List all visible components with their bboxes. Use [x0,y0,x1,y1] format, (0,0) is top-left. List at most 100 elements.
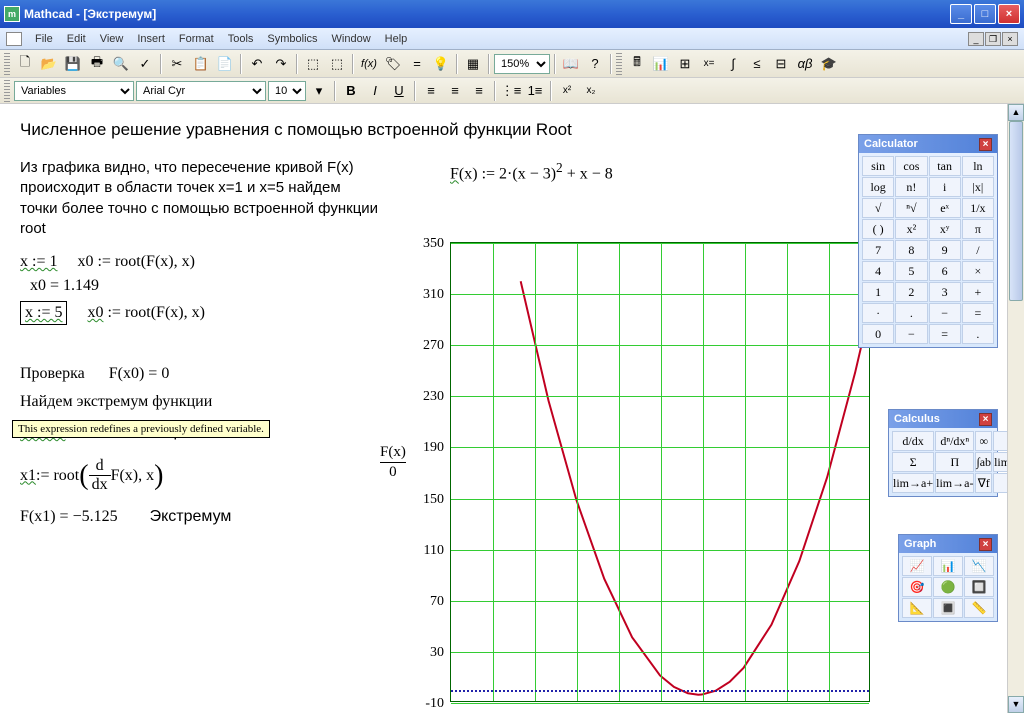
calculator-btn-13[interactable]: x² [895,219,927,239]
calculus-palette[interactable]: Calculus× d/dxdⁿ/dxⁿ∞∫ΣΠ∫ablim→alim→a+li… [888,409,998,497]
book-icon[interactable]: 📖 [560,53,582,75]
graph-btn-2[interactable]: 📉 [964,556,994,576]
subscript-icon[interactable]: x₂ [580,80,602,102]
scroll-thumb[interactable] [1009,121,1023,301]
calculus-btn-4[interactable]: Σ [892,452,934,472]
align-center-icon[interactable]: ≡ [444,80,466,102]
calculator-btn-19[interactable]: / [962,240,994,260]
paragraph[interactable]: Из графика видно, что пересечение кривой… [20,158,380,239]
open-icon[interactable]: 📂 [38,53,60,75]
calculator-btn-17[interactable]: 8 [895,240,927,260]
graph-palette[interactable]: Graph× 📈📊📉🎯🟢🔲📐🔳📏 [898,534,998,622]
size-combo[interactable]: 10 [268,81,306,101]
calculator-btn-0[interactable]: sin [862,156,894,176]
component-icon[interactable]: ▦ [462,53,484,75]
graph-btn-3[interactable]: 🎯 [902,577,932,597]
close-button[interactable]: × [998,4,1020,24]
calculus-close-icon[interactable]: × [979,413,992,426]
minimize-button[interactable]: _ [950,4,972,24]
toolbar-handle[interactable] [4,53,10,75]
menu-help[interactable]: Help [378,31,415,47]
new-icon[interactable]: 🗋 [14,53,36,75]
calculator-btn-21[interactable]: 5 [895,261,927,281]
save-icon[interactable]: 💾 [62,53,84,75]
calculus-btn-1[interactable]: dⁿ/dxⁿ [935,431,974,451]
calculator-btn-2[interactable]: tan [929,156,961,176]
calculus-btn-8[interactable]: lim→a+ [892,473,934,493]
style-combo[interactable]: Variables [14,81,134,101]
calculator-btn-31[interactable]: = [962,303,994,323]
calculus-btn-10[interactable]: ∇f [975,473,992,493]
toolbar-handle3[interactable] [4,80,10,102]
plot-area[interactable] [450,242,870,702]
undo-icon[interactable]: ↶ [246,53,268,75]
calculator-btn-6[interactable]: i [929,177,961,197]
spell-icon[interactable]: ✓ [134,53,156,75]
calculator-btn-22[interactable]: 6 [929,261,961,281]
calculator-btn-16[interactable]: 7 [862,240,894,260]
redo-icon[interactable]: ↷ [270,53,292,75]
workspace[interactable]: Численное решение уравнения с помощью вс… [0,104,1024,713]
mdi-minimize[interactable]: _ [968,32,984,46]
menu-format[interactable]: Format [172,31,221,47]
underline-icon[interactable]: U [388,80,410,102]
menu-file[interactable]: File [28,31,60,47]
graph-btn-4[interactable]: 🟢 [933,577,963,597]
sizedown-icon[interactable]: ▾ [308,80,330,102]
calculus-palette-icon[interactable]: ∫ [722,53,744,75]
calculus-btn-2[interactable]: ∞ [975,431,992,451]
menu-window[interactable]: Window [325,31,378,47]
calculator-btn-3[interactable]: ln [962,156,994,176]
bold-icon[interactable]: B [340,80,362,102]
align2-icon[interactable]: ⬚ [326,53,348,75]
symbolic-palette-icon[interactable]: 🎓 [818,53,840,75]
calculator-palette[interactable]: Calculator× sincostanlnlogn!i|x|√ⁿ√eˣ1/x… [858,134,998,348]
help-icon[interactable]: ? [584,53,606,75]
calculator-btn-5[interactable]: n! [895,177,927,197]
menu-tools[interactable]: Tools [221,31,261,47]
calculator-btn-1[interactable]: cos [895,156,927,176]
align-right-icon[interactable]: ≡ [468,80,490,102]
scroll-up-icon[interactable]: ▲ [1008,104,1024,121]
greek-palette-icon[interactable]: αβ [794,53,816,75]
formula-main[interactable]: F(x) := 2·(x − 3)2 + x − 8 [450,160,613,183]
fx-icon[interactable]: f(x) [358,53,380,75]
calc-icon[interactable]: = [406,53,428,75]
copy-icon[interactable]: 📋 [190,53,212,75]
graph-btn-7[interactable]: 🔳 [933,598,963,618]
italic-icon[interactable]: I [364,80,386,102]
calculator-btn-35[interactable]: . [962,324,994,344]
menu-symbolics[interactable]: Symbolics [260,31,324,47]
calculator-btn-29[interactable]: . [895,303,927,323]
lightbulb-icon[interactable]: 💡 [430,53,452,75]
calculator-btn-26[interactable]: 3 [929,282,961,302]
menu-view[interactable]: View [93,31,131,47]
calculator-btn-11[interactable]: 1/x [962,198,994,218]
calculator-btn-30[interactable]: − [929,303,961,323]
paste-icon[interactable]: 📄 [214,53,236,75]
font-combo[interactable]: Arial Cyr [136,81,266,101]
calculator-btn-33[interactable]: − [895,324,927,344]
calculus-btn-6[interactable]: ∫ab [975,452,992,472]
calculus-btn-0[interactable]: d/dx [892,431,934,451]
matrix-palette-icon[interactable]: ⊞ [674,53,696,75]
calculator-btn-28[interactable]: · [862,303,894,323]
graph-btn-8[interactable]: 📏 [964,598,994,618]
cut-icon[interactable]: ✂ [166,53,188,75]
calculator-btn-32[interactable]: 0 [862,324,894,344]
graph-btn-6[interactable]: 📐 [902,598,932,618]
print-icon[interactable]: 🖶 [86,53,108,75]
menu-insert[interactable]: Insert [130,31,172,47]
calculus-btn-9[interactable]: lim→a- [935,473,974,493]
numbers-icon[interactable]: 1≡ [524,80,546,102]
graph-btn-1[interactable]: 📊 [933,556,963,576]
mdi-close[interactable]: × [1002,32,1018,46]
calculator-btn-23[interactable]: × [962,261,994,281]
scroll-down-icon[interactable]: ▼ [1008,696,1024,713]
mdi-restore[interactable]: ❐ [985,32,1001,46]
calculator-btn-27[interactable]: + [962,282,994,302]
bullets-icon[interactable]: ⋮≡ [500,80,522,102]
calculator-btn-34[interactable]: = [929,324,961,344]
calculator-btn-10[interactable]: eˣ [929,198,961,218]
calculator-btn-24[interactable]: 1 [862,282,894,302]
